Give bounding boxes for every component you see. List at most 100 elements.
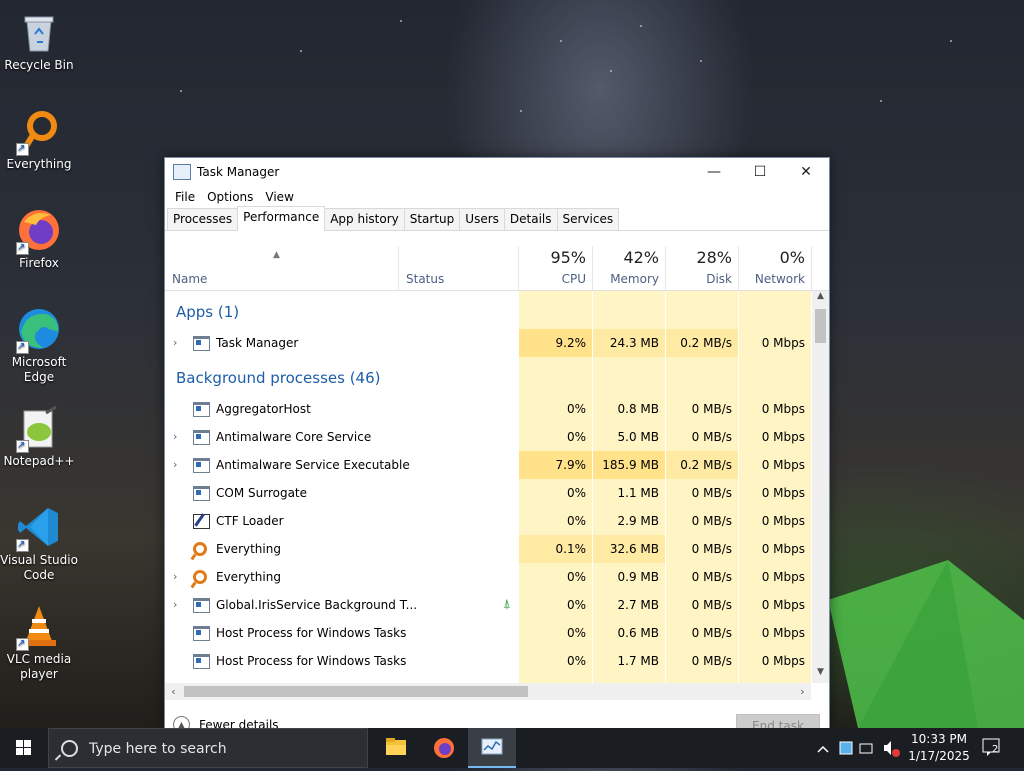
window-icon (193, 430, 210, 445)
network-value: 0 Mbps (761, 458, 805, 472)
group-header-apps: Apps (1) (176, 303, 240, 321)
process-row[interactable]: Host Process for Windows Tasks 0% 1.7 MB 0 … (165, 647, 811, 675)
process-row[interactable]: › Global.IrisService Background T... ⍋ 0% 2.… (165, 591, 811, 619)
ctf-loader-icon (193, 514, 210, 529)
desktop-icon-label: VLC media player (6, 652, 72, 681)
memory-value: 0.9 MB (617, 570, 659, 584)
cpu-value: 0% (566, 514, 586, 528)
window-icon (193, 654, 210, 669)
notification-count: 2 (992, 744, 999, 755)
desktop-icon-microsoft-edge[interactable]: Microsoft Edge (0, 300, 78, 385)
cpu-value: 0% (566, 570, 586, 584)
disk-value: 0 MB/s (691, 486, 732, 500)
horizontal-scroll-thumb[interactable] (184, 686, 528, 697)
memory-value: 2.9 MB (617, 514, 659, 528)
expand-chevron-icon[interactable]: › (173, 458, 177, 471)
disk-label: Disk (706, 272, 732, 286)
process-row[interactable]: Everything 0.1% 32.6 MB 0 MB/s 0 Mbps (165, 535, 811, 563)
desktop-icon-firefox[interactable]: Firefox (0, 201, 78, 271)
disk-value: 0 MB/s (691, 626, 732, 640)
process-row[interactable]: › Everything 0% 0.9 MB 0 MB/s 0 Mbps (165, 563, 811, 591)
memory-percent: 42% (623, 248, 659, 267)
cpu-value: 0% (566, 430, 586, 444)
process-row[interactable]: AggregatorHost 0% 0.8 MB 0 MB/s 0 Mbps (165, 395, 811, 423)
expand-chevron-icon[interactable]: › (173, 570, 177, 583)
tab-details[interactable]: Details (503, 208, 558, 230)
process-name: Host Process for Windows Tasks (216, 654, 407, 668)
process-name: Task Manager (216, 336, 299, 350)
process-row[interactable]: › Task Manager 9.2% 24.3 MB 0.2 MB/s 0 Mbps (165, 329, 811, 357)
process-row[interactable]: › Antimalware Service Executable 7.9% 185.9… (165, 451, 811, 479)
taskbar-search-box[interactable]: Type here to search (48, 728, 368, 768)
windows-logo-icon (16, 740, 31, 755)
cpu-value: 0% (566, 654, 586, 668)
column-cpu[interactable]: 95% CPU (519, 246, 593, 290)
notepad-plus-plus-icon (16, 405, 62, 453)
start-button[interactable] (0, 728, 48, 768)
column-network[interactable]: 0% Network (739, 246, 812, 290)
column-memory[interactable]: 42% Memory (593, 246, 666, 290)
process-name: Antimalware Core Service (216, 430, 372, 444)
scroll-down-icon[interactable]: ▼ (812, 667, 829, 683)
desktop-icon-everything[interactable]: Everything (0, 102, 78, 172)
file-explorer-icon (386, 738, 406, 755)
process-row[interactable]: › Antimalware Core Service 0% 5.0 MB 0 MB/s 0… (165, 423, 811, 451)
taskbar-firefox[interactable] (420, 728, 468, 768)
tab-app-history[interactable]: App history (324, 208, 405, 230)
vertical-scrollbar[interactable]: ▲ ▼ (812, 291, 829, 683)
scroll-right-icon[interactable]: › (794, 683, 811, 700)
disk-value: 0 MB/s (691, 654, 732, 668)
expand-chevron-icon[interactable]: › (173, 430, 177, 443)
search-placeholder: Type here to search (89, 741, 227, 757)
firefox-icon (16, 207, 62, 255)
column-name[interactable]: Name (165, 246, 399, 290)
taskbar-task-manager[interactable] (468, 728, 516, 768)
vertical-scroll-thumb[interactable] (815, 309, 826, 343)
expand-chevron-icon[interactable]: › (173, 336, 177, 349)
menu-file[interactable]: File (169, 190, 201, 204)
expand-chevron-icon[interactable]: › (173, 598, 177, 611)
taskbar-file-explorer[interactable] (372, 728, 420, 768)
network-value: 0 Mbps (761, 570, 805, 584)
task-manager-icon (193, 336, 210, 351)
menu-view[interactable]: View (259, 190, 299, 204)
firefox-icon (434, 738, 454, 758)
edge-icon (16, 306, 62, 354)
clock[interactable]: 10:33 PM 1/17/2025 (904, 731, 974, 765)
horizontal-scrollbar[interactable]: ‹ › (165, 683, 811, 700)
process-row[interactable]: CTF Loader 0% 2.9 MB 0 MB/s 0 Mbps (165, 507, 811, 535)
desktop-icon-recycle-bin[interactable]: Recycle Bin (0, 3, 78, 73)
notification-center-button[interactable]: 2 (982, 738, 1004, 758)
tab-users[interactable]: Users (459, 208, 505, 230)
title-bar[interactable]: Task Manager — ☐ ✕ (165, 158, 829, 186)
desktop-icon-visual-studio-code[interactable]: Visual Studio Code (0, 498, 78, 583)
scroll-up-icon[interactable]: ▲ (812, 291, 829, 307)
desktop-icon-vlc-media-player[interactable]: VLC media player (0, 597, 78, 682)
minimize-button[interactable]: — (691, 158, 737, 186)
memory-value: 2.7 MB (617, 598, 659, 612)
column-disk[interactable]: 28% Disk (666, 246, 739, 290)
column-header: ▲ Name Status 95% CPU 42% Memory 28% Dis… (165, 246, 829, 291)
process-row[interactable]: Host Process for Windows Tasks 0% 0.6 MB 0 … (165, 619, 811, 647)
tab-processes[interactable]: Processes (167, 208, 239, 230)
shortcut-arrow-icon (16, 438, 29, 453)
column-status[interactable]: Status (399, 246, 519, 290)
memory-value: 0.8 MB (617, 402, 659, 416)
maximize-button[interactable]: ☐ (737, 158, 783, 186)
process-name: Everything (216, 542, 281, 556)
window-title: Task Manager (197, 165, 280, 179)
scroll-left-icon[interactable]: ‹ (165, 683, 182, 700)
menu-options[interactable]: Options (201, 190, 259, 204)
process-row[interactable]: COM Surrogate 0% 1.1 MB 0 MB/s 0 Mbps (165, 479, 811, 507)
desktop-icon-label: Notepad++ (3, 454, 75, 468)
process-name: Antimalware Service Executable (216, 458, 410, 472)
tent-wallpaper-detail (828, 560, 1024, 728)
desktop-icon-notepad-plus-plus[interactable]: Notepad++ (0, 399, 78, 469)
tab-startup[interactable]: Startup (403, 208, 461, 230)
tab-services[interactable]: Services (556, 208, 620, 230)
process-name: Global.IrisService Background T... (216, 598, 418, 612)
group-header-background: Background processes (46) (176, 369, 381, 387)
close-button[interactable]: ✕ (783, 158, 829, 186)
window-icon (193, 626, 210, 641)
tab-performance[interactable]: Performance (237, 206, 326, 231)
